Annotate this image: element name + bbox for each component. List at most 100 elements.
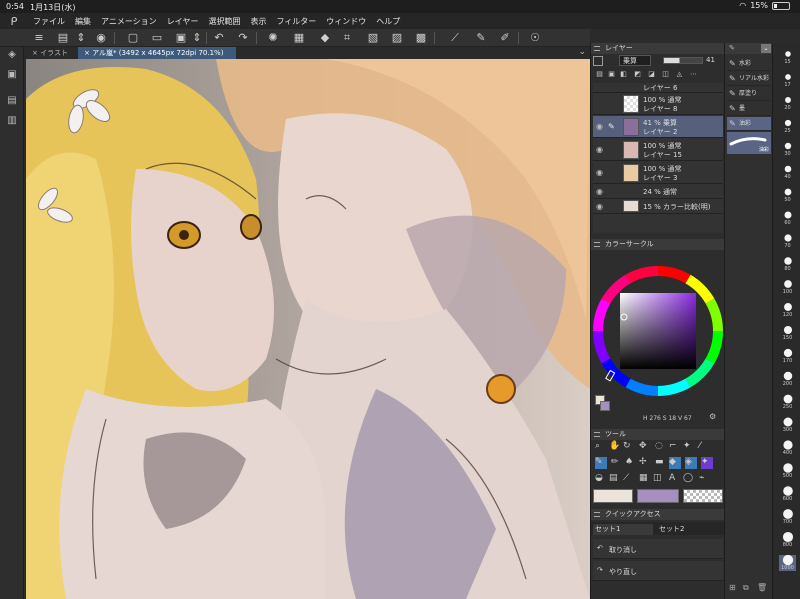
menu-filter[interactable]: フィルター [271,16,321,27]
reference-icon[interactable]: ◧ [619,70,628,79]
line-icon[interactable]: ⟋ [623,473,629,483]
brush-item[interactable]: ✎ 厚塗り [727,87,771,101]
drawing-canvas[interactable] [26,59,590,599]
menu-selection[interactable]: 選択範囲 [203,16,245,27]
layer-row[interactable]: ◉ 100 % 通常 レイヤー 15 [593,139,723,161]
crop-icon[interactable]: ⌗ [340,31,354,45]
layer-row[interactable]: ◉ 15 % カラー比較(明) [593,200,723,214]
menu-window[interactable]: ウィンドウ [321,16,371,27]
tab-set1[interactable]: セット1 [593,524,653,535]
delete-subtool-icon[interactable]: 🗑 [757,583,767,592]
chevron-down-icon[interactable]: ⌄ [578,47,586,57]
brush-item[interactable]: ✎ 墨 [727,102,771,116]
blend-tool-icon[interactable]: ◆ [669,457,681,469]
opacity-slider[interactable] [663,57,703,64]
layer-panel-header[interactable]: レイヤー [591,43,725,54]
eye-icon[interactable]: ◉ [596,202,603,211]
pen-tool-icon[interactable]: ✎ [595,457,607,469]
text-icon[interactable]: A [669,473,675,483]
eye-icon[interactable]: ◉ [596,145,603,154]
settings-icon[interactable]: ⚙ [709,412,716,421]
brush-size-option[interactable]: 200 [779,371,796,387]
menu-edit[interactable]: 編集 [70,16,96,27]
brush-size-option[interactable]: 250 [779,394,796,410]
brush-size-option[interactable]: 40 [779,164,796,180]
fill-tool-icon[interactable]: ◈ [685,457,697,469]
copy-subtool-icon[interactable]: ⧉ [743,583,749,593]
menu-view[interactable]: 表示 [245,16,271,27]
pen-edit-icon[interactable]: ✐ [498,31,512,45]
main-color-swatch[interactable] [600,401,610,411]
frame-icon[interactable]: ▦ [639,473,648,483]
brush-size-option[interactable]: 300 [779,417,796,433]
brush-size-option[interactable]: 1000 [779,554,796,571]
tab-illustration8[interactable]: × イラスト8 [26,47,76,69]
tab-set2[interactable]: セット2 [657,524,717,535]
redo-icon[interactable]: ↷ [236,31,250,45]
brush-size-option[interactable]: 80 [779,256,796,272]
clear-icon[interactable]: ▦ [292,31,306,45]
brush-item[interactable]: ✎ 水彩 [727,57,771,71]
eyedropper-icon[interactable]: ⁄ [699,441,701,451]
magic-wand-icon[interactable]: ✦ [683,441,691,451]
balloon-icon[interactable]: ◯ [683,473,693,483]
layer-row[interactable]: ◉ 100 % 通常 レイヤー 3 [593,162,723,184]
effect-tool-icon[interactable]: ✦ [701,457,713,469]
app-logo-icon[interactable]: ᑭ [0,15,28,28]
brush-stroke-preview[interactable]: 油彩 [727,132,771,154]
hand-icon[interactable]: ✋ [609,441,620,451]
draft-icon[interactable]: ◪ [647,70,656,79]
lock-icon[interactable]: ▣ [607,70,616,79]
brush-tool-icon-2[interactable]: ✎ [729,44,735,52]
quick-access-header[interactable]: クイックアクセス [591,509,725,520]
quick-undo-item[interactable]: ↶ 取り消し [593,539,723,559]
eye-icon[interactable]: ◉ [596,122,603,131]
sub-color-bar[interactable] [593,489,633,503]
eye-icon[interactable]: ◉ [596,168,603,177]
clip-icon[interactable]: ▤ [595,70,604,79]
pencil-tool-icon[interactable]: ✏ [611,457,619,467]
layer-select-icon[interactable] [593,56,603,66]
brush-edit-icon[interactable]: ✎ [474,31,488,45]
brush-size-option[interactable]: 60 [779,210,796,226]
ruler-icon[interactable]: ⟋ [448,31,462,45]
brush-item[interactable]: ✎ リアル水彩 [727,72,771,86]
brush-tool-icon[interactable]: ♠ [625,457,633,467]
color-wheel[interactable] [591,251,725,427]
brush-size-option[interactable]: 70 [779,233,796,249]
layer-row[interactable]: ◉ 24 % 通常 [593,185,723,199]
tool-panel-header[interactable]: ツール [591,429,725,440]
transparent-color-bar[interactable] [683,489,723,503]
eraser-icon[interactable]: ▬ [655,457,664,467]
brush-size-option[interactable]: 120 [779,302,796,318]
eye-icon[interactable]: ◉ [596,187,603,196]
new-canvas-icon[interactable]: ▤ [56,31,70,45]
gradient-icon[interactable]: ▤ [609,473,618,483]
layers-icon[interactable]: ◈ [5,49,19,61]
undo-icon[interactable]: ↶ [212,31,226,45]
add-subtool-icon[interactable]: ⊞ [729,583,736,592]
quick-redo-item[interactable]: ↷ やり直し [593,561,723,581]
color-panel-header[interactable]: カラーサークル [591,239,725,250]
layer-color-icon[interactable]: ◬ [675,70,684,79]
brush-size-option[interactable]: 500 [779,463,796,479]
brush-size-option[interactable]: 600 [779,486,796,502]
layer-row-selected[interactable]: ◉ ✎ 41 % 乗算 レイヤー 2 [593,116,723,138]
mask-icon[interactable]: ◩ [633,70,642,79]
chevron-updown-icon[interactable]: ⇕ [74,31,88,45]
bucket-icon[interactable]: ◒ [595,473,603,483]
chevron-updown-icon-2[interactable]: ⇕ [190,31,204,45]
main-color-bar[interactable] [637,489,679,503]
correct-line-icon[interactable]: ⌁ [699,473,704,483]
menu-help[interactable]: ヘルプ [371,16,405,27]
camera-icon[interactable]: ◉ [94,31,108,45]
menu-animation[interactable]: アニメーション [96,16,162,27]
open-folder-icon[interactable]: ▭ [150,31,164,45]
move-icon[interactable]: ✥ [639,441,647,451]
lasso-icon[interactable]: ◌ [655,441,663,451]
loading-icon[interactable]: ✺ [266,31,280,45]
page-icon[interactable]: ▥ [5,115,19,127]
tab-current-doc[interactable]: × アル嵐* (3492 x 4645px 72dpi 70.1%) [78,47,236,59]
brush-size-option[interactable]: 17 [779,72,796,88]
select-invert-icon[interactable]: ▨ [390,31,404,45]
